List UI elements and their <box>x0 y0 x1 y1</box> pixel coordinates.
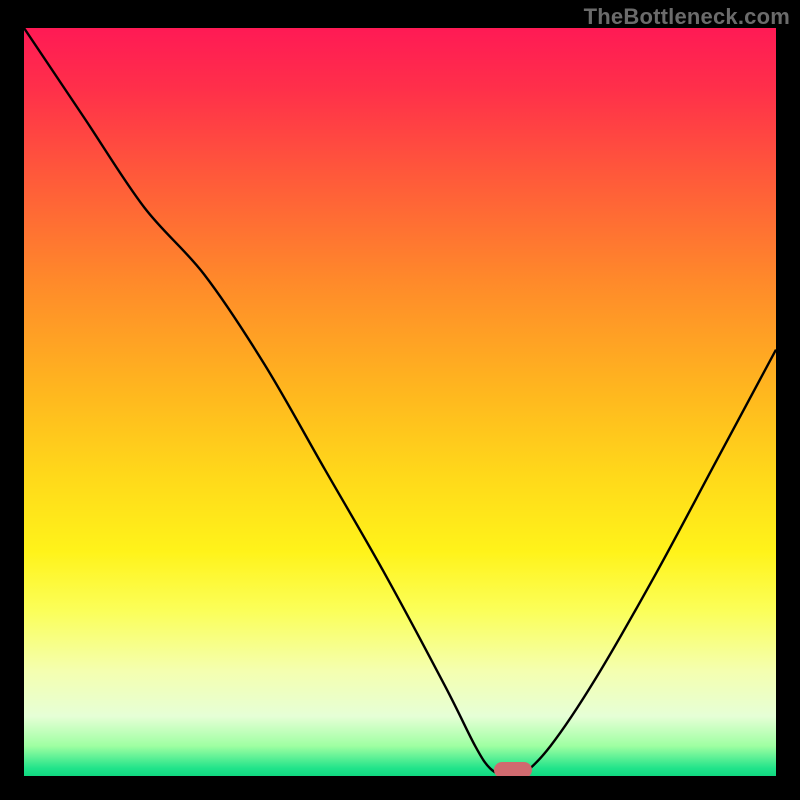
watermark-text: TheBottleneck.com <box>584 4 790 30</box>
bottleneck-curve <box>24 28 776 776</box>
optimum-marker <box>494 762 532 776</box>
chart-frame: TheBottleneck.com <box>0 0 800 800</box>
plot-area <box>24 28 776 776</box>
